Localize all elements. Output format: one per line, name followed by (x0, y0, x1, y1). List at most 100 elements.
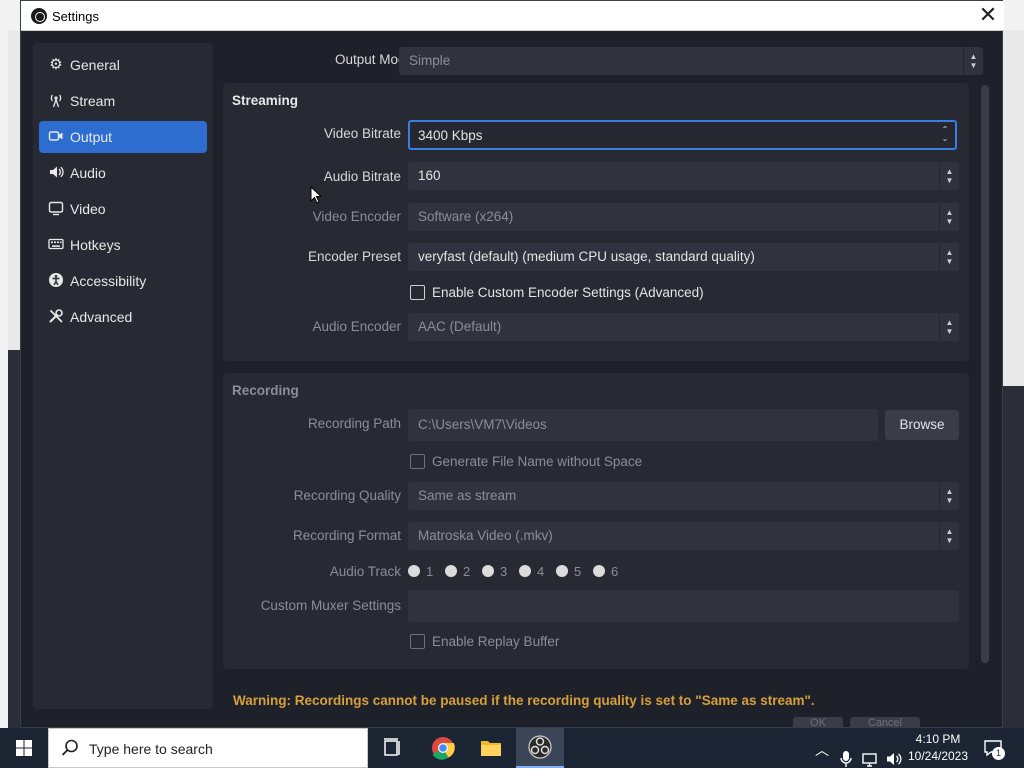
recording-format-select[interactable]: Matroska Video (.mkv) ▲ ▼ (408, 522, 959, 550)
audio-track-label-5: 5 (574, 564, 582, 579)
video-bitrate-spinbox[interactable]: 3400 Kbps ⌃ ⌄ (408, 120, 957, 150)
audio-track-radio-5[interactable] (556, 565, 568, 577)
keyboard-icon (47, 236, 65, 254)
video-bitrate-label: Video Bitrate (323, 126, 401, 141)
output-settings-panel: Output Mode Simple ▲ ▼ Streaming Video Bi… (221, 43, 991, 729)
clock-time: 4:10 PM (915, 732, 961, 746)
output-mode-value: Simple (409, 53, 451, 68)
audio-track-radio-2[interactable] (445, 565, 457, 577)
obs-logo-icon (31, 8, 47, 24)
search-placeholder: Type here to search (89, 741, 213, 757)
audio-encoder-select[interactable]: AAC (Default) ▲ ▼ (408, 313, 959, 341)
broadcast-icon (47, 92, 65, 110)
audio-track-label-2: 2 (463, 564, 471, 579)
sidebar-item-label: Video (70, 201, 106, 217)
audio-track-label-3: 3 (500, 564, 508, 579)
accessibility-icon (47, 272, 65, 290)
recording-path-value: C:\Users\VM7\Videos (418, 417, 547, 432)
taskbar-clock[interactable]: 4:10 PM 10/24/2023 (905, 731, 971, 765)
background-app-right-dark (1003, 386, 1024, 728)
audio-bitrate-label: Audio Bitrate (323, 169, 401, 184)
task-view-icon (384, 738, 400, 756)
audio-track-radio-3[interactable] (482, 565, 494, 577)
sidebar-item-accessibility[interactable]: Accessibility (39, 265, 207, 297)
audio-track-radio-4[interactable] (519, 565, 531, 577)
recording-section-title: Recording (232, 383, 299, 398)
volume-icon[interactable] (885, 739, 903, 779)
sidebar-item-video[interactable]: Video (39, 193, 207, 225)
encoder-preset-value: veryfast (default) (medium CPU usage, st… (418, 249, 755, 264)
audio-encoder-label: Audio Encoder (312, 319, 401, 334)
output-icon (47, 128, 65, 146)
sidebar-item-label: Stream (70, 93, 116, 109)
no-space-label[interactable]: Generate File Name without Space (432, 454, 642, 469)
audio-track-radio-1[interactable] (408, 565, 420, 577)
combo-arrows-icon: ▲ ▼ (939, 243, 959, 271)
taskbar: Type here to search ︿ 4:10 PM 10/24/2023… (0, 728, 1024, 768)
audio-track-radio-6[interactable] (593, 565, 605, 577)
speaker-icon (47, 164, 65, 182)
recording-quality-label: Recording Quality (293, 488, 401, 503)
sidebar-item-output[interactable]: Output (39, 121, 207, 153)
custom-muxer-label: Custom Muxer Settings (260, 598, 401, 613)
task-view-button[interactable] (368, 728, 416, 768)
obs-icon (528, 735, 552, 759)
replay-buffer-label[interactable]: Enable Replay Buffer (432, 634, 559, 649)
sidebar-item-audio[interactable]: Audio (39, 157, 207, 189)
combo-arrows-icon: ▲ ▼ (963, 47, 983, 75)
combo-arrows-icon: ▲ ▼ (939, 313, 959, 341)
taskbar-search-box[interactable]: Type here to search (48, 728, 368, 768)
taskbar-obs[interactable] (516, 728, 564, 768)
search-icon (61, 739, 78, 756)
audio-bitrate-value: 160 (418, 168, 441, 183)
title-bar[interactable]: Settings ✕ (21, 1, 1004, 31)
close-button[interactable]: ✕ (976, 4, 1000, 28)
start-button[interactable] (0, 728, 48, 768)
recording-path-field[interactable]: C:\Users\VM7\Videos (408, 409, 878, 441)
warning-message: Warning: Recordings cannot be paused if … (233, 693, 815, 708)
windows-logo-icon (16, 740, 32, 756)
encoder-preset-select[interactable]: veryfast (default) (medium CPU usage, st… (408, 243, 959, 271)
sidebar-item-hotkeys[interactable]: Hotkeys (39, 229, 207, 261)
no-space-checkbox[interactable] (410, 454, 425, 469)
taskbar-file-explorer[interactable] (467, 728, 515, 768)
browse-button[interactable]: Browse (885, 410, 959, 440)
custom-muxer-field[interactable] (408, 590, 959, 622)
spin-arrows-icon[interactable]: ⌃ ⌄ (935, 122, 955, 148)
network-icon[interactable] (862, 740, 880, 780)
replay-buffer-checkbox[interactable] (410, 634, 425, 649)
sidebar-item-label: General (70, 57, 120, 73)
sidebar-item-stream[interactable]: Stream (39, 85, 207, 117)
recording-quality-select[interactable]: Same as stream ▲ ▼ (408, 482, 959, 510)
custom-encoder-label[interactable]: Enable Custom Encoder Settings (Advanced… (432, 285, 704, 300)
audio-encoder-value: AAC (Default) (418, 319, 502, 334)
streaming-section-title: Streaming (232, 93, 299, 108)
video-encoder-label: Video Encoder (312, 209, 401, 224)
audio-bitrate-select[interactable]: 160 ▲ ▼ (408, 162, 959, 190)
output-mode-select[interactable]: Simple ▲ ▼ (399, 47, 983, 75)
microphone-icon[interactable] (838, 739, 854, 779)
combo-arrows-icon: ▲ ▼ (939, 522, 959, 550)
window-title: Settings (52, 9, 99, 24)
audio-track-label: Audio Track (329, 564, 401, 579)
audio-track-label-4: 4 (537, 564, 545, 579)
sidebar-item-general[interactable]: ⚙ General (39, 49, 207, 81)
recording-format-label: Recording Format (292, 528, 401, 543)
gear-icon: ⚙ (49, 56, 63, 73)
video-encoder-value: Software (x264) (418, 209, 514, 224)
mouse-cursor-icon (310, 186, 322, 204)
chrome-icon (432, 737, 455, 760)
taskbar-chrome[interactable] (419, 728, 467, 768)
tray-chevron-up-icon[interactable]: ︿ (815, 740, 829, 780)
sidebar-item-label: Advanced (70, 309, 133, 325)
combo-arrows-icon: ▲ ▼ (939, 482, 959, 510)
video-encoder-select[interactable]: Software (x264) ▲ ▼ (408, 203, 959, 231)
tools-icon (47, 308, 65, 326)
vertical-scrollbar[interactable] (981, 85, 989, 663)
sidebar-item-label: Audio (70, 165, 106, 181)
recording-format-value: Matroska Video (.mkv) (418, 528, 553, 543)
notification-center-button[interactable]: 1 (980, 728, 1024, 768)
sidebar-item-advanced[interactable]: Advanced (39, 301, 207, 333)
settings-sidebar: ⚙ General Stream Output Audio Video Hotk… (33, 43, 213, 709)
custom-encoder-checkbox[interactable] (410, 285, 425, 300)
